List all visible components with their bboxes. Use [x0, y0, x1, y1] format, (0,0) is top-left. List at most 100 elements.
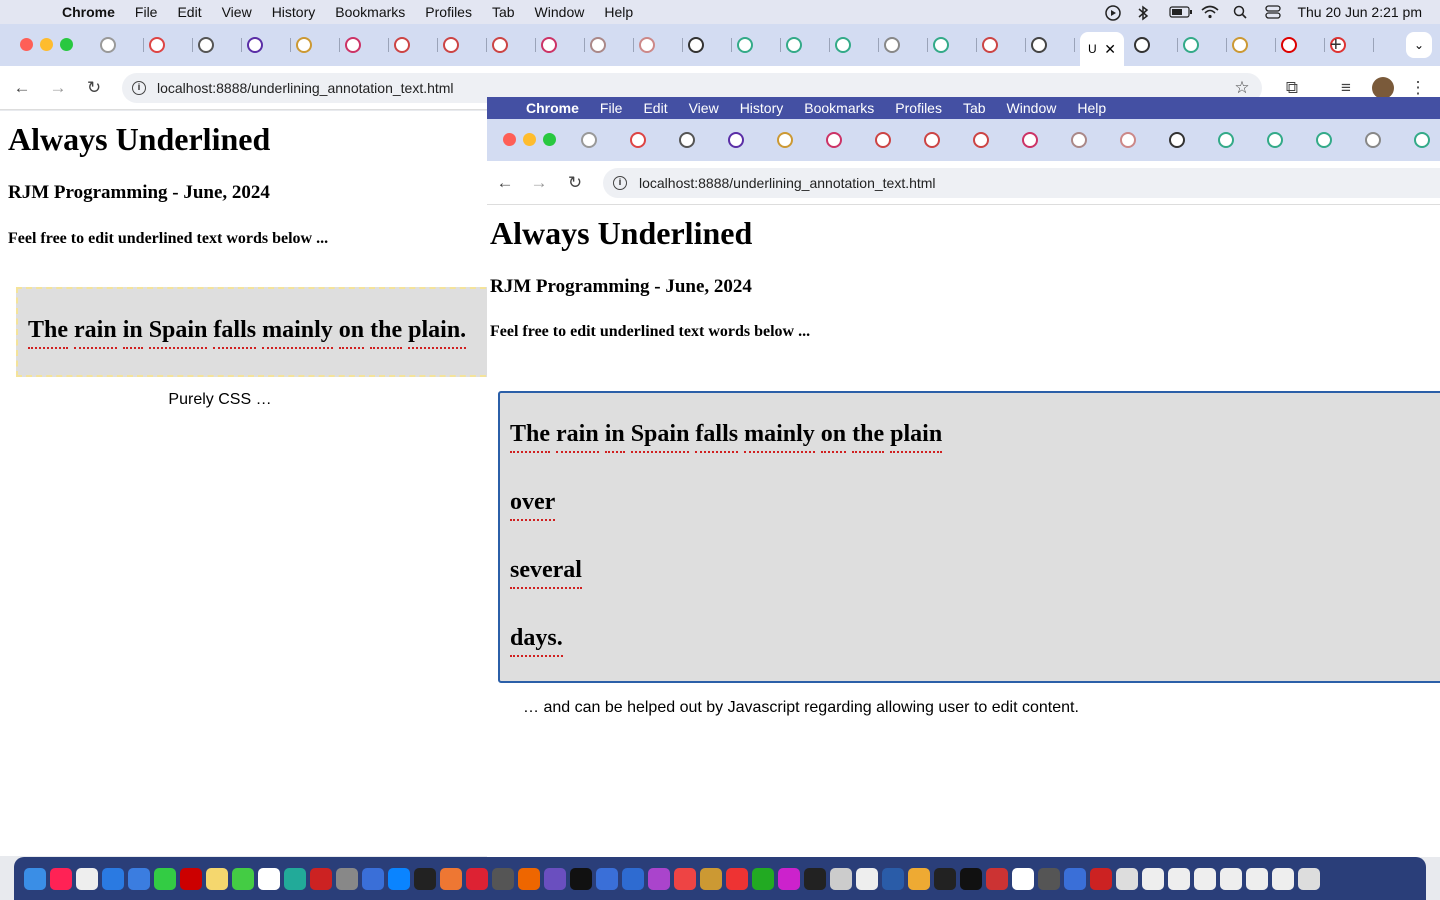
- extensions-icon[interactable]: ⧉: [1282, 78, 1302, 98]
- underlined-word[interactable]: falls: [213, 317, 257, 349]
- dock-app-icon[interactable]: [1090, 867, 1112, 890]
- dock-app-icon[interactable]: [154, 867, 176, 890]
- dock-app-icon[interactable]: [752, 867, 774, 890]
- browser-tab[interactable]: [149, 36, 193, 54]
- dock-app-icon[interactable]: [440, 867, 462, 890]
- browser-tab[interactable]: [394, 36, 438, 54]
- menu-view[interactable]: View: [222, 4, 252, 20]
- browser-tab[interactable]: [982, 36, 1026, 54]
- minimize-window-icon[interactable]: [40, 38, 53, 51]
- menu-bookmarks[interactable]: Bookmarks: [335, 4, 405, 20]
- menu-profiles[interactable]: Profiles: [425, 4, 472, 20]
- dock-app-icon[interactable]: [102, 867, 124, 890]
- wifi-icon[interactable]: [1201, 5, 1219, 19]
- dock-app-icon[interactable]: [128, 867, 150, 890]
- menu-help[interactable]: Help: [604, 4, 633, 20]
- dock-app-icon[interactable]: [674, 867, 696, 890]
- underlined-word[interactable]: on: [338, 317, 365, 349]
- dock-app-icon[interactable]: [570, 867, 592, 890]
- browser-tab[interactable]: [541, 36, 585, 54]
- browser-tab[interactable]: [296, 36, 340, 54]
- browser-tab[interactable]: [100, 36, 144, 54]
- search-icon[interactable]: [1233, 5, 1251, 19]
- underlined-word[interactable]: Spain: [148, 317, 208, 349]
- menu-edit[interactable]: Edit: [177, 4, 201, 20]
- browser-tab[interactable]: [443, 36, 487, 54]
- reload-icon[interactable]: ↻: [84, 78, 104, 98]
- close-tab-icon[interactable]: ✕: [1104, 41, 1116, 58]
- back-icon[interactable]: ←: [12, 78, 32, 98]
- battery-icon[interactable]: [1169, 5, 1193, 19]
- browser-tab[interactable]: [1031, 36, 1075, 54]
- dock-app-icon[interactable]: [414, 867, 436, 890]
- dock-app-icon[interactable]: [960, 867, 982, 890]
- dock-app-icon[interactable]: [1194, 867, 1216, 890]
- browser-tab[interactable]: [933, 36, 977, 54]
- dock-app-icon[interactable]: [700, 867, 722, 890]
- underlined-word[interactable]: mainly: [262, 317, 333, 349]
- dock-app-icon[interactable]: [362, 867, 384, 890]
- dock-app-icon[interactable]: [544, 867, 566, 890]
- zoom-window-icon[interactable]: [60, 38, 73, 51]
- menu-file[interactable]: File: [135, 4, 158, 20]
- avatar[interactable]: [1372, 77, 1394, 99]
- dock-app-icon[interactable]: [180, 867, 202, 890]
- dock-app-icon[interactable]: [1142, 867, 1164, 890]
- dock-app-icon[interactable]: [622, 867, 644, 890]
- dock-app-icon[interactable]: [1272, 867, 1294, 890]
- browser-tab[interactable]: [345, 36, 389, 54]
- dock-app-icon[interactable]: [856, 867, 878, 890]
- clock[interactable]: Thu 20 Jun 2:21 pm: [1297, 4, 1422, 20]
- dock-app-icon[interactable]: [986, 867, 1008, 890]
- dock-app-icon[interactable]: [882, 867, 904, 890]
- dock-app-icon[interactable]: [1064, 867, 1086, 890]
- underlined-word[interactable]: The: [28, 317, 69, 349]
- underlined-word[interactable]: rain: [74, 317, 117, 349]
- browser-tab[interactable]: [590, 36, 634, 54]
- dock-app-icon[interactable]: [726, 867, 748, 890]
- bluetooth-icon[interactable]: [1137, 5, 1155, 21]
- editable-sentence-box[interactable]: The rain in Spain falls mainly on the pl…: [16, 287, 487, 377]
- dock-app-icon[interactable]: [934, 867, 956, 890]
- dock-app-icon[interactable]: [466, 867, 488, 890]
- dock-app-icon[interactable]: [830, 867, 852, 890]
- menu-tab[interactable]: Tab: [492, 4, 515, 20]
- dock-app-icon[interactable]: [1220, 867, 1242, 890]
- active-tab[interactable]: U ✕: [1080, 32, 1124, 66]
- forward-icon[interactable]: →: [48, 78, 68, 98]
- underlined-word[interactable]: in: [122, 317, 143, 349]
- dock-app-icon[interactable]: [258, 867, 280, 890]
- tab-search-icon[interactable]: ⌄: [1406, 32, 1432, 58]
- dock-app-icon[interactable]: [284, 867, 306, 890]
- browser-tab[interactable]: [492, 36, 536, 54]
- browser-tab[interactable]: [1281, 36, 1325, 54]
- play-icon[interactable]: [1105, 5, 1123, 21]
- browser-tab[interactable]: [639, 36, 683, 54]
- dock-app-icon[interactable]: [24, 867, 46, 890]
- site-info-icon[interactable]: i: [132, 81, 146, 95]
- browser-tab[interactable]: [786, 36, 830, 54]
- dock-app-icon[interactable]: [518, 867, 540, 890]
- menu-history[interactable]: History: [272, 4, 316, 20]
- underlined-word[interactable]: plain.: [408, 317, 467, 349]
- dock-app-icon[interactable]: [596, 867, 618, 890]
- dock-app-icon[interactable]: [310, 867, 332, 890]
- dock-app-icon[interactable]: [648, 867, 670, 890]
- underlined-word[interactable]: the: [370, 317, 403, 349]
- dock-app-icon[interactable]: [1012, 867, 1034, 890]
- dock-app-icon[interactable]: [76, 867, 98, 890]
- close-window-icon[interactable]: [20, 38, 33, 51]
- browser-tab[interactable]: [1183, 36, 1227, 54]
- browser-tab[interactable]: [737, 36, 781, 54]
- new-tab-icon[interactable]: +: [1330, 34, 1342, 57]
- dock-app-icon[interactable]: [1298, 867, 1320, 890]
- dock-app-icon[interactable]: [1116, 867, 1138, 890]
- dock-app-icon[interactable]: [336, 867, 358, 890]
- browser-tab[interactable]: [1134, 36, 1178, 54]
- browser-tab[interactable]: [688, 36, 732, 54]
- dock-app-icon[interactable]: [492, 867, 514, 890]
- dock-app-icon[interactable]: [804, 867, 826, 890]
- media-control-icon[interactable]: ≡: [1336, 78, 1356, 98]
- dock-app-icon[interactable]: [388, 867, 410, 890]
- dock-app-icon[interactable]: [232, 867, 254, 890]
